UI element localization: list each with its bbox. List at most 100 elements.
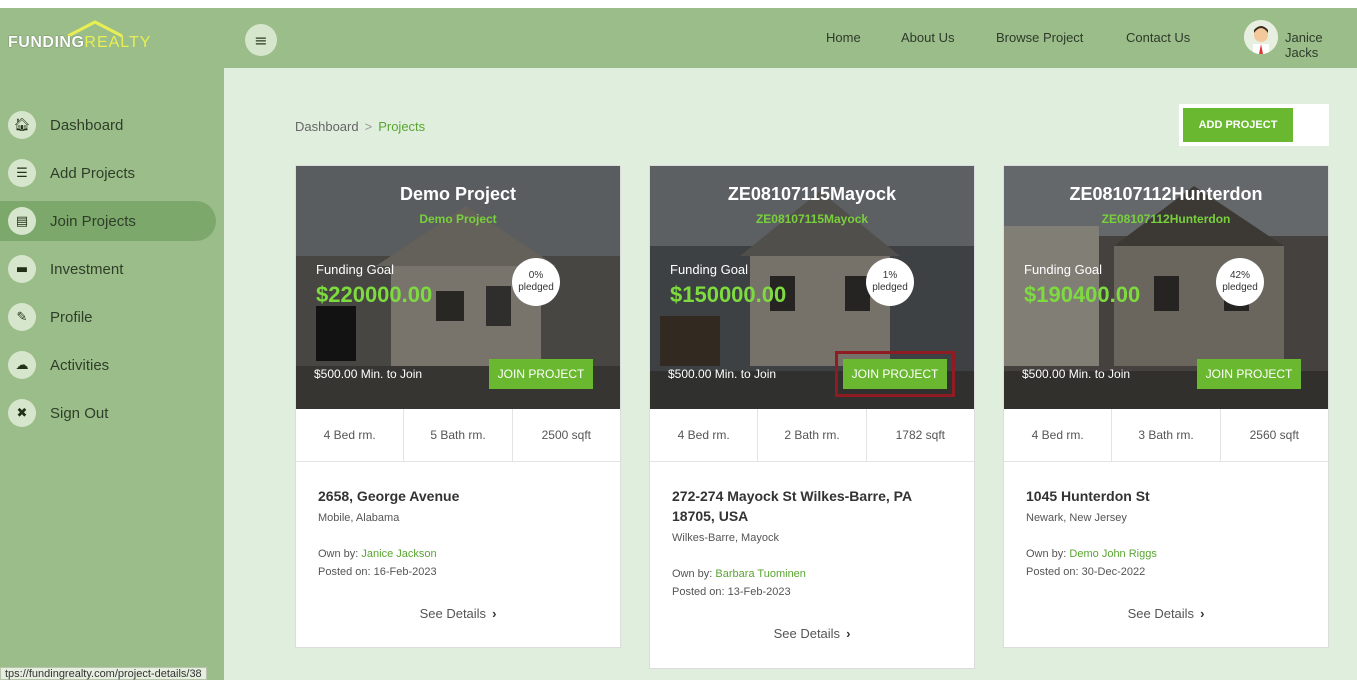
user-avatar-icon (1244, 20, 1278, 54)
logo-text-funding: FUNDING (8, 34, 85, 51)
card-title: ZE08107115Mayock (727, 184, 897, 204)
funding-goal-value: $150000.00 (670, 282, 787, 307)
chevron-right-icon: › (1200, 606, 1205, 621)
nav-contact-link[interactable]: Contact Us (1126, 30, 1190, 45)
pledged-percent: 0% (528, 270, 544, 281)
pledged-label: pledged (872, 282, 908, 293)
card-body: 1045 Hunterdon St Newark, New Jersey Own… (1004, 462, 1328, 647)
pledged-percent: 1% (882, 270, 898, 281)
nav-browse-link[interactable]: Browse Project (996, 30, 1083, 45)
user-name[interactable]: Janice Jacks (1285, 30, 1357, 60)
card-body: 2658, George Avenue Mobile, Alabama Own … (296, 462, 620, 647)
list-icon: ☰ (8, 159, 36, 187)
property-specs: 4 Bed rm. 5 Bath rm. 2500 sqft (296, 409, 620, 462)
join-project-button[interactable]: JOIN PROJECT (1197, 359, 1301, 389)
id-card-icon: ▤ (8, 207, 36, 235)
card-body: 272-274 Mayock St Wilkes-Barre, PA 18705… (650, 462, 974, 668)
nav-home[interactable]: Home (826, 30, 861, 45)
sidebar-item-join-projects[interactable]: ▤ Join Projects (0, 201, 216, 241)
menu-toggle-button[interactable]: ≡ (245, 24, 277, 56)
funding-goal-label: Funding Goal (316, 262, 395, 277)
breadcrumb: Dashboard > Projects (295, 119, 425, 134)
card-title: Demo Project (399, 184, 517, 204)
property-address: 1045 Hunterdon St (1026, 488, 1150, 504)
pencil-icon: ✎ (8, 303, 36, 331)
owner-prefix: Own by: (672, 568, 713, 580)
sidebar-item-label: Dashboard (50, 116, 124, 134)
nav-home-link[interactable]: Home (826, 30, 861, 45)
close-circle-icon: ✖ (8, 399, 36, 427)
top-strip (0, 0, 1357, 8)
funding-goal-label: Funding Goal (670, 262, 749, 277)
project-image[interactable]: ZE08107115Mayock ZE08107115Mayock Fundin… (650, 166, 974, 409)
owner-name-link[interactable]: Janice Jackson (361, 548, 436, 560)
sidebar-item-label: Join Projects (50, 212, 136, 230)
sidebar-item-profile[interactable]: ✎ Profile (8, 297, 224, 337)
property-city: Newark, New Jersey (1026, 512, 1127, 524)
avatar[interactable] (1244, 20, 1278, 54)
see-details-link[interactable]: See Details › (1026, 606, 1306, 621)
min-join-text: $500.00 Min. to Join (314, 367, 423, 381)
sidebar-item-dashboard[interactable]: 🏠︎ Dashboard (8, 105, 224, 145)
pledged-label: pledged (518, 282, 554, 293)
join-project-button[interactable]: JOIN PROJECT (489, 359, 593, 389)
cloud-icon: ☁ (8, 351, 36, 379)
property-specs: 4 Bed rm. 2 Bath rm. 1782 sqft (650, 409, 974, 462)
posted-date: Posted on: 30-Dec-2022 (1026, 566, 1146, 578)
chevron-right-icon: › (492, 606, 497, 621)
card-subtitle: ZE08107112Hunterdon (1101, 212, 1231, 226)
top-bar: FUNDINGREALTY ≡ Home About Us Browse Pro… (0, 0, 1357, 68)
nav-contact[interactable]: Contact Us (1126, 30, 1190, 45)
baths-count: 5 Bath rm. (404, 409, 513, 461)
project-image[interactable]: ZE08107112Hunterdon ZE08107112Hunterdon … (1004, 166, 1328, 409)
brand-logo[interactable]: FUNDINGREALTY (8, 34, 151, 52)
sidebar-item-label: Activities (50, 356, 110, 374)
pledged-badge: 0% pledged (512, 258, 560, 306)
owner-line: Own by: Demo John Riggs (1026, 548, 1306, 560)
nav-browse[interactable]: Browse Project (996, 30, 1083, 45)
property-city: Mobile, Alabama (318, 512, 400, 524)
owner-name-link[interactable]: Barbara Tuominen (715, 568, 806, 580)
document-icon: ▬ (8, 255, 36, 283)
project-card: ZE08107115Mayock ZE08107115Mayock Fundin… (649, 165, 975, 669)
owner-line: Own by: Janice Jackson (318, 548, 598, 560)
see-details-link[interactable]: See Details › (318, 606, 598, 621)
sidebar-item-sign-out[interactable]: ✖ Sign Out (8, 393, 224, 433)
project-card: Demo Project Demo Project Funding Goal $… (295, 165, 621, 648)
owner-prefix: Own by: (1026, 548, 1067, 560)
nav-about-link[interactable]: About Us (901, 30, 954, 45)
sidebar-item-label: Sign Out (50, 404, 109, 422)
sidebar-item-add-projects[interactable]: ☰ Add Projects (8, 153, 224, 193)
hamburger-icon: ≡ (254, 30, 268, 50)
status-bar-url: tps://fundingrealty.com/project-details/… (0, 667, 207, 680)
beds-count: 4 Bed rm. (296, 409, 405, 461)
project-image[interactable]: Demo Project Demo Project Funding Goal $… (296, 166, 620, 409)
property-address: 2658, George Avenue (318, 488, 460, 504)
see-details-link[interactable]: See Details › (672, 626, 952, 641)
join-project-button[interactable]: JOIN PROJECT (835, 351, 955, 397)
posted-date: Posted on: 16-Feb-2023 (318, 566, 437, 578)
owner-name-link[interactable]: Demo John Riggs (1069, 548, 1156, 560)
chevron-right-icon: › (846, 626, 851, 641)
pledged-label: pledged (1222, 282, 1258, 293)
sidebar-item-investment[interactable]: ▬ Investment (8, 249, 224, 289)
sqft-value: 2560 sqft (1249, 428, 1299, 442)
card-subtitle: Demo Project (419, 212, 497, 226)
nav-about[interactable]: About Us (901, 30, 954, 45)
posted-date: Posted on: 13-Feb-2023 (672, 586, 791, 598)
breadcrumb-separator: > (364, 119, 373, 134)
pledged-badge: 1% pledged (866, 258, 914, 306)
home-icon: 🏠︎ (8, 111, 36, 139)
project-card: ZE08107112Hunterdon ZE08107112Hunterdon … (1003, 165, 1329, 648)
property-specs: 4 Bed rm. 3 Bath rm. 2560 sqft (1004, 409, 1328, 462)
sidebar-item-label: Add Projects (50, 164, 136, 182)
sqft-value: 2500 sqft (541, 428, 591, 442)
pledged-badge: 42% pledged (1216, 258, 1264, 306)
add-project-button[interactable]: ADD PROJECT (1183, 108, 1293, 142)
card-subtitle: ZE08107115Mayock (755, 212, 869, 226)
beds-count: 4 Bed rm. (1004, 409, 1113, 461)
sidebar-item-activities[interactable]: ☁ Activities (8, 345, 224, 385)
sqft-value: 1782 sqft (895, 428, 945, 442)
funding-goal-value: $220000.00 (316, 282, 433, 307)
breadcrumb-root[interactable]: Dashboard (295, 119, 359, 134)
